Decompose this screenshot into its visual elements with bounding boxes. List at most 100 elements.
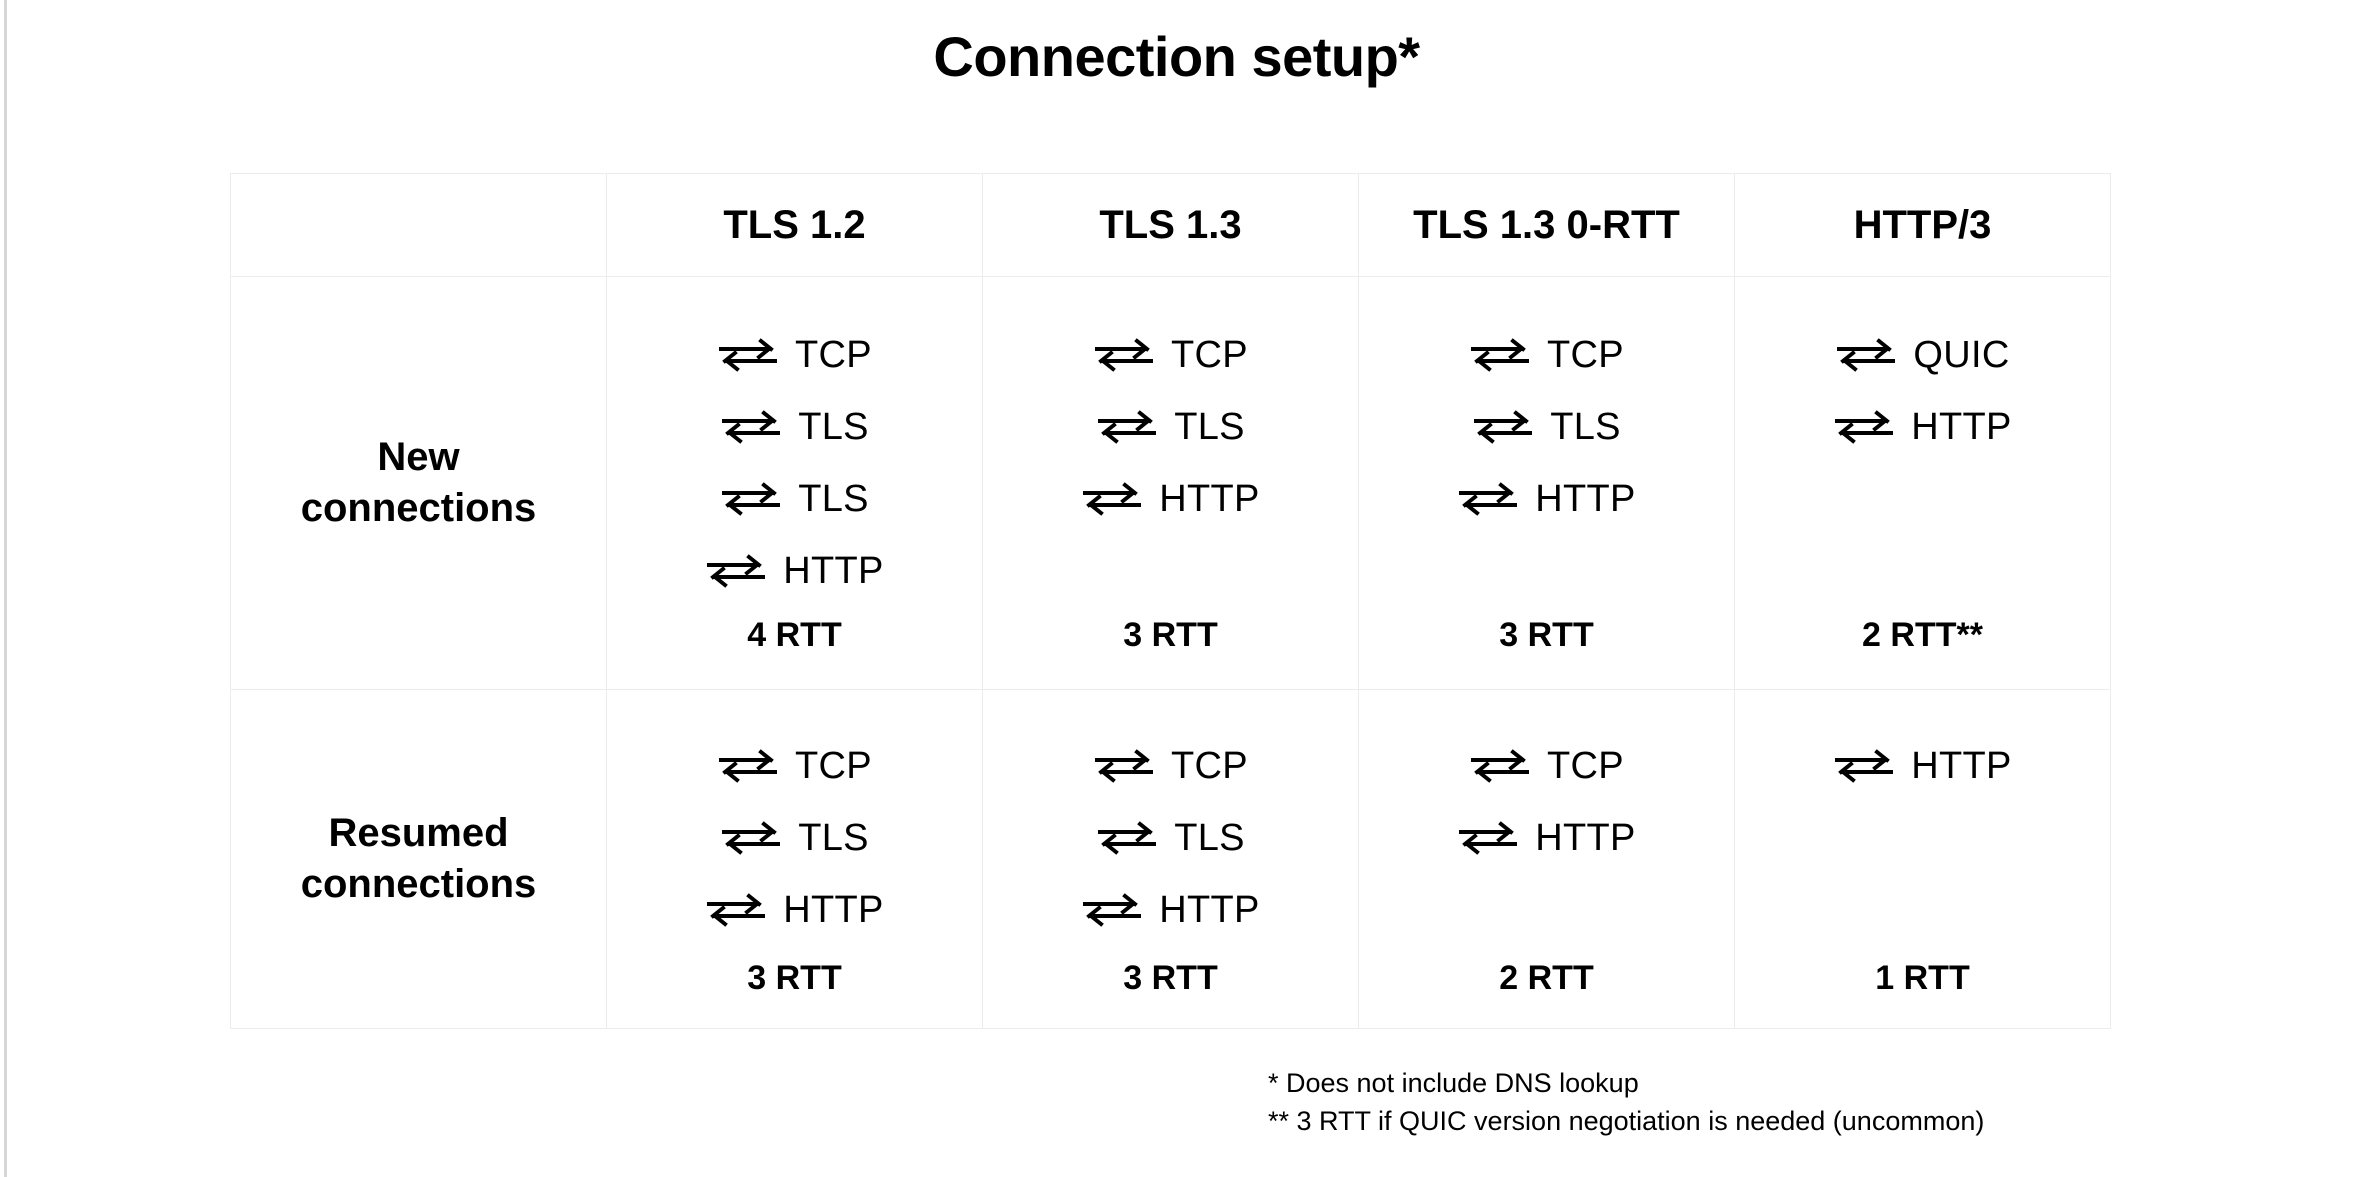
step-label: HTTP (783, 888, 884, 931)
step-label: HTTP (783, 549, 884, 592)
row-label-line2: connections (300, 486, 537, 530)
rtt-total: 3 RTT (747, 959, 842, 997)
step-label: HTTP (1535, 816, 1636, 859)
row-label-line1: Resumed (328, 811, 509, 856)
column-header-tls13: TLS 1.3 (982, 173, 1359, 277)
step-label: HTTP (1159, 888, 1260, 931)
bidirectional-roundtrip-arrows-icon (1835, 410, 1894, 444)
footnote-dns-lookup: * Does not include DNS lookup (1268, 1068, 1639, 1098)
bidirectional-roundtrip-arrows-icon (1837, 338, 1896, 372)
handshake-step: TLS (1472, 391, 1621, 463)
step-label: TLS (1174, 816, 1245, 859)
handshake-step: TLS (720, 802, 869, 874)
handshake-step: HTTP (1457, 463, 1635, 535)
bidirectional-roundtrip-arrows-icon (719, 338, 778, 372)
page-title: Connection setup* (933, 25, 1420, 88)
step-label: TLS (798, 816, 869, 859)
row-label-resumed-connections: Resumed connections (230, 689, 607, 1029)
footnotes: * Does not include DNS lookup ** 3 RTT i… (1268, 1064, 1984, 1141)
cell-new-tls12: TCP TLS TLS HTTP 4 RTT (606, 276, 983, 690)
handshake-step: HTTP (1081, 463, 1259, 535)
bidirectional-roundtrip-arrows-icon (1459, 821, 1518, 855)
handshake-step: HTTP (1081, 874, 1259, 946)
bidirectional-roundtrip-arrows-icon (1471, 749, 1530, 783)
rtt-total: 2 RTT** (1862, 616, 1983, 654)
column-header-tls12: TLS 1.2 (606, 173, 983, 277)
step-label: TCP (1547, 333, 1624, 376)
rtt-total: 2 RTT (1499, 959, 1594, 997)
bidirectional-roundtrip-arrows-icon (1095, 749, 1154, 783)
row-label-new-connections: New connections (230, 276, 607, 690)
cell-new-tls13: TCP TLS HTTP 3 RTT (982, 276, 1359, 690)
rtt-total: 4 RTT (747, 616, 842, 654)
bidirectional-roundtrip-arrows-icon (1083, 482, 1142, 516)
step-label: TCP (1547, 744, 1624, 787)
footnote-quic-version-negotiation: ** 3 RTT if QUIC version negotiation is … (1268, 1106, 1985, 1137)
handshake-step: HTTP (1833, 730, 2011, 802)
bidirectional-roundtrip-arrows-icon (719, 749, 778, 783)
step-label: HTTP (1159, 477, 1260, 520)
slide-left-edge-rule (4, 0, 7, 1177)
row-label-line1: New (377, 435, 460, 480)
cell-new-tls13-0rtt: TCP TLS HTTP 3 RTT (1358, 276, 1735, 690)
handshake-step: TCP (1093, 730, 1248, 802)
cell-new-http3: QUIC HTTP 2 RTT** (1734, 276, 2111, 690)
bidirectional-roundtrip-arrows-icon (707, 554, 766, 588)
bidirectional-roundtrip-arrows-icon (707, 893, 766, 927)
bidirectional-roundtrip-arrows-icon (722, 821, 781, 855)
cell-resumed-http3: HTTP 1 RTT (1734, 689, 2111, 1029)
handshake-step: TCP (717, 730, 872, 802)
bidirectional-roundtrip-arrows-icon (1083, 893, 1142, 927)
step-label: QUIC (1913, 333, 2010, 376)
table-header-row: TLS 1.2 TLS 1.3 TLS 1.3 0-RTT HTTP/3 (230, 173, 2111, 277)
bidirectional-roundtrip-arrows-icon (1471, 338, 1530, 372)
handshake-step: TLS (720, 463, 869, 535)
step-label: TLS (798, 477, 869, 520)
handshake-step: HTTP (705, 874, 883, 946)
handshake-step: TCP (717, 319, 872, 391)
handshake-step: TCP (1093, 319, 1248, 391)
handshake-step: HTTP (705, 535, 883, 607)
bidirectional-roundtrip-arrows-icon (1098, 821, 1157, 855)
step-label: TLS (1174, 405, 1245, 448)
step-label: TCP (795, 744, 872, 787)
handshake-step: HTTP (1833, 391, 2011, 463)
step-label: TLS (1550, 405, 1621, 448)
handshake-step: TLS (1096, 802, 1245, 874)
table-row: Resumed connections TCP TLS HTTP 3 RTT T… (230, 689, 2111, 1029)
bidirectional-roundtrip-arrows-icon (1459, 482, 1518, 516)
bidirectional-roundtrip-arrows-icon (722, 482, 781, 516)
step-label: TCP (1171, 744, 1248, 787)
cell-resumed-tls13: TCP TLS HTTP 3 RTT (982, 689, 1359, 1029)
handshake-step: HTTP (1457, 802, 1635, 874)
step-label: HTTP (1535, 477, 1636, 520)
handshake-step: TLS (1096, 391, 1245, 463)
rtt-total: 3 RTT (1499, 616, 1594, 654)
rtt-total: 3 RTT (1123, 616, 1218, 654)
column-header-tls13-0rtt: TLS 1.3 0-RTT (1358, 173, 1735, 277)
slide: Connection setup* TLS 1.2 TLS 1.3 TLS 1.… (0, 0, 2353, 1177)
cell-resumed-tls12: TCP TLS HTTP 3 RTT (606, 689, 983, 1029)
step-label: HTTP (1911, 744, 2012, 787)
handshake-step: QUIC (1835, 319, 2009, 391)
bidirectional-roundtrip-arrows-icon (1835, 749, 1894, 783)
handshake-step: TCP (1469, 319, 1624, 391)
rtt-total: 1 RTT (1875, 959, 1970, 997)
bidirectional-roundtrip-arrows-icon (1098, 410, 1157, 444)
handshake-step: TCP (1469, 730, 1624, 802)
step-label: TLS (798, 405, 869, 448)
bidirectional-roundtrip-arrows-icon (1095, 338, 1154, 372)
bidirectional-roundtrip-arrows-icon (722, 410, 781, 444)
handshake-step: TLS (720, 391, 869, 463)
connection-setup-table: TLS 1.2 TLS 1.3 TLS 1.3 0-RTT HTTP/3 New… (230, 173, 2111, 1029)
step-label: TCP (795, 333, 872, 376)
bidirectional-roundtrip-arrows-icon (1474, 410, 1533, 444)
cell-resumed-tls13-0rtt: TCP HTTP 2 RTT (1358, 689, 1735, 1029)
column-header-http3: HTTP/3 (1734, 173, 2111, 277)
table-corner-header (230, 173, 607, 277)
table-row: New connections TCP TLS TLS HTTP 4 RTT T… (230, 276, 2111, 690)
step-label: TCP (1171, 333, 1248, 376)
rtt-total: 3 RTT (1123, 959, 1218, 997)
row-label-line2: connections (300, 862, 537, 906)
step-label: HTTP (1911, 405, 2012, 448)
